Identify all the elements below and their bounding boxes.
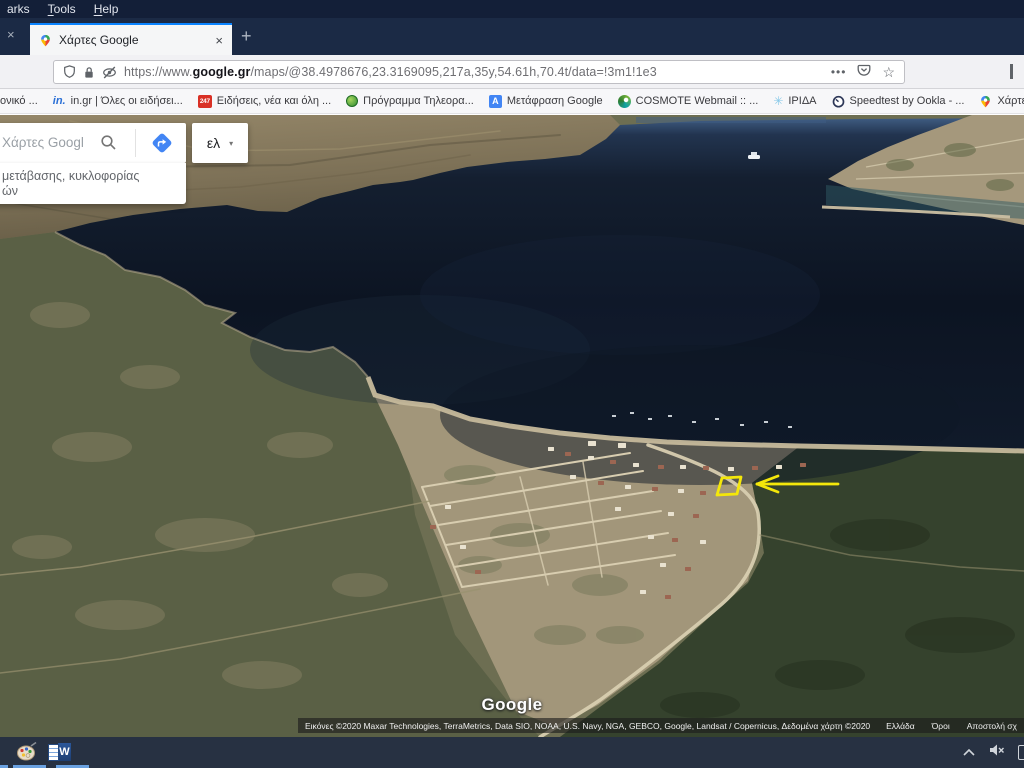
google-maps-pin-icon — [979, 95, 992, 108]
terms-link[interactable]: Όροι — [932, 721, 950, 731]
attribution-region-link[interactable]: Ελλάδα — [886, 721, 915, 731]
map-attribution-bar: Εικόνες ©2020 Maxar Technologies, TerraM… — [298, 718, 1024, 733]
system-tray — [962, 737, 1018, 768]
speedtest-gauge-icon — [832, 95, 845, 108]
bookmark-item-cosmote[interactable]: COSMOTE Webmail :: ... — [618, 95, 759, 108]
lock-icon[interactable] — [83, 66, 95, 79]
menu-item-help[interactable]: Help — [90, 2, 123, 16]
chevron-down-icon: ▾ — [229, 139, 233, 148]
muted-speaker-icon[interactable] — [989, 743, 1005, 762]
bookmarks-bar: ονικό ... in.in.gr | Όλες οι ειδήσει... … — [0, 89, 1024, 114]
satellite-terrain — [0, 115, 1024, 737]
tab-close-icon[interactable]: × — [215, 33, 223, 48]
url-bar[interactable]: https://www.google.gr/maps/@38.4978676,2… — [53, 60, 905, 84]
directions-button[interactable] — [146, 131, 178, 155]
paint-taskbar-icon[interactable] — [15, 741, 38, 768]
tab-title: Χάρτες Google — [59, 33, 215, 47]
bookmark-item-maps[interactable]: Χάρτες Google — [979, 95, 1024, 108]
bookmark-item-translate[interactable]: AΜετάφραση Google — [489, 95, 603, 108]
divider — [135, 129, 136, 157]
page-actions-icon[interactable]: ••• — [831, 65, 847, 79]
map-viewport[interactable]: Χάρτες Googl μετάβασης, κυκλοφορίας ών ε… — [0, 115, 1024, 737]
tab-bar: × Χάρτες Google × + — [0, 18, 1024, 55]
library-icon-partial[interactable] — [1010, 64, 1013, 79]
search-suggestion[interactable]: μετάβασης, κυκλοφορίας ών — [0, 163, 186, 204]
bookmark-item-speedtest[interactable]: Speedtest by Ookla - ... — [832, 95, 965, 108]
maps-search-box[interactable]: Χάρτες Googl — [0, 123, 186, 163]
google-logo[interactable]: Google — [0, 695, 1024, 715]
tracking-shield-icon[interactable] — [63, 65, 76, 79]
bookmark-item-news247[interactable]: 247Ειδήσεις, νέα και όλη ... — [198, 95, 331, 108]
show-hidden-icons-chevron[interactable] — [962, 744, 976, 762]
tv-program-icon — [346, 95, 358, 107]
menu-bar: arks Tools Help — [0, 0, 1024, 18]
bookmark-item-tv[interactable]: Πρόγραμμα Τηλεορα... — [346, 95, 474, 107]
google-maps-pin-icon — [39, 34, 52, 47]
stray-tab-close-icon[interactable]: × — [7, 28, 15, 41]
new-tab-icon[interactable]: + — [241, 26, 252, 47]
screen: arks Tools Help × Χάρτες Google × + — [0, 0, 1024, 768]
news247-icon: 247 — [198, 95, 212, 108]
language-button[interactable]: ελ ▾ — [192, 123, 248, 163]
google-translate-icon: A — [489, 95, 502, 108]
bookmark-item-irida[interactable]: ✳ΙΡΙΔΑ — [773, 94, 816, 108]
bookmark-item[interactable]: ονικό ... — [0, 95, 38, 107]
eye-slash-icon[interactable] — [102, 66, 117, 79]
menu-item-tools[interactable]: Tools — [44, 2, 80, 16]
windows-taskbar: W — [0, 737, 1024, 768]
tab-google-maps[interactable]: Χάρτες Google × — [30, 23, 232, 55]
url-text: https://www.google.gr/maps/@38.4978676,2… — [124, 65, 824, 79]
cosmote-webmail-icon — [618, 95, 631, 108]
search-icon[interactable] — [100, 134, 117, 156]
menu-item-bookmarks[interactable]: arks — [3, 2, 34, 16]
bookmark-item-ingr[interactable]: in.in.gr | Όλες οι ειδήσει... — [53, 95, 183, 107]
pocket-icon[interactable] — [857, 63, 871, 82]
navigation-toolbar: https://www.google.gr/maps/@38.4978676,2… — [0, 55, 1024, 89]
irida-icon: ✳ — [773, 94, 783, 108]
tray-icon-partial[interactable] — [1018, 745, 1024, 760]
ingr-icon: in. — [53, 95, 66, 107]
send-feedback-link[interactable]: Αποστολή σχ — [967, 721, 1017, 731]
bookmark-star-icon[interactable]: ☆ — [882, 64, 895, 81]
attribution-text: Εικόνες ©2020 Maxar Technologies, TerraM… — [305, 721, 870, 731]
search-input[interactable]: Χάρτες Googl — [2, 135, 98, 150]
